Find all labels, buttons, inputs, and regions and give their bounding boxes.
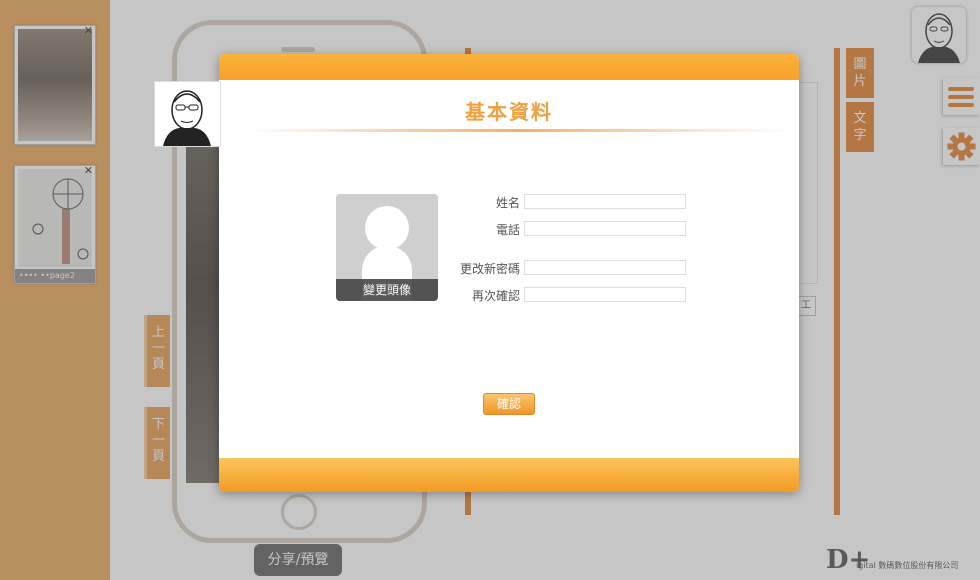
- name-input[interactable]: [524, 194, 686, 209]
- title-divider: [249, 129, 789, 132]
- confirm-button[interactable]: 確認: [483, 393, 535, 415]
- dialog-title: 基本資料: [465, 100, 553, 124]
- profile-avatar[interactable]: 變更頭像: [336, 194, 438, 301]
- dialog-header-bar: [219, 54, 799, 80]
- dialog-footer-bar: [219, 458, 799, 492]
- confirm-password-input[interactable]: [524, 287, 686, 302]
- name-label: 姓名: [495, 196, 520, 210]
- new-password-label: 更改新密碼: [459, 262, 520, 276]
- profile-dialog: 基本資料 變更頭像 姓名 電話 更改新密碼 再次確認 確認: [219, 54, 799, 492]
- confirm-password-label: 再次確認: [471, 289, 520, 303]
- new-password-input[interactable]: [524, 260, 686, 275]
- dialog-user-avatar: [154, 81, 221, 147]
- change-avatar-button[interactable]: 變更頭像: [336, 279, 438, 301]
- phone-input[interactable]: [524, 221, 686, 236]
- avatar-placeholder-head: [365, 206, 409, 250]
- user-portrait: [163, 90, 211, 146]
- phone-label: 電話: [495, 223, 520, 237]
